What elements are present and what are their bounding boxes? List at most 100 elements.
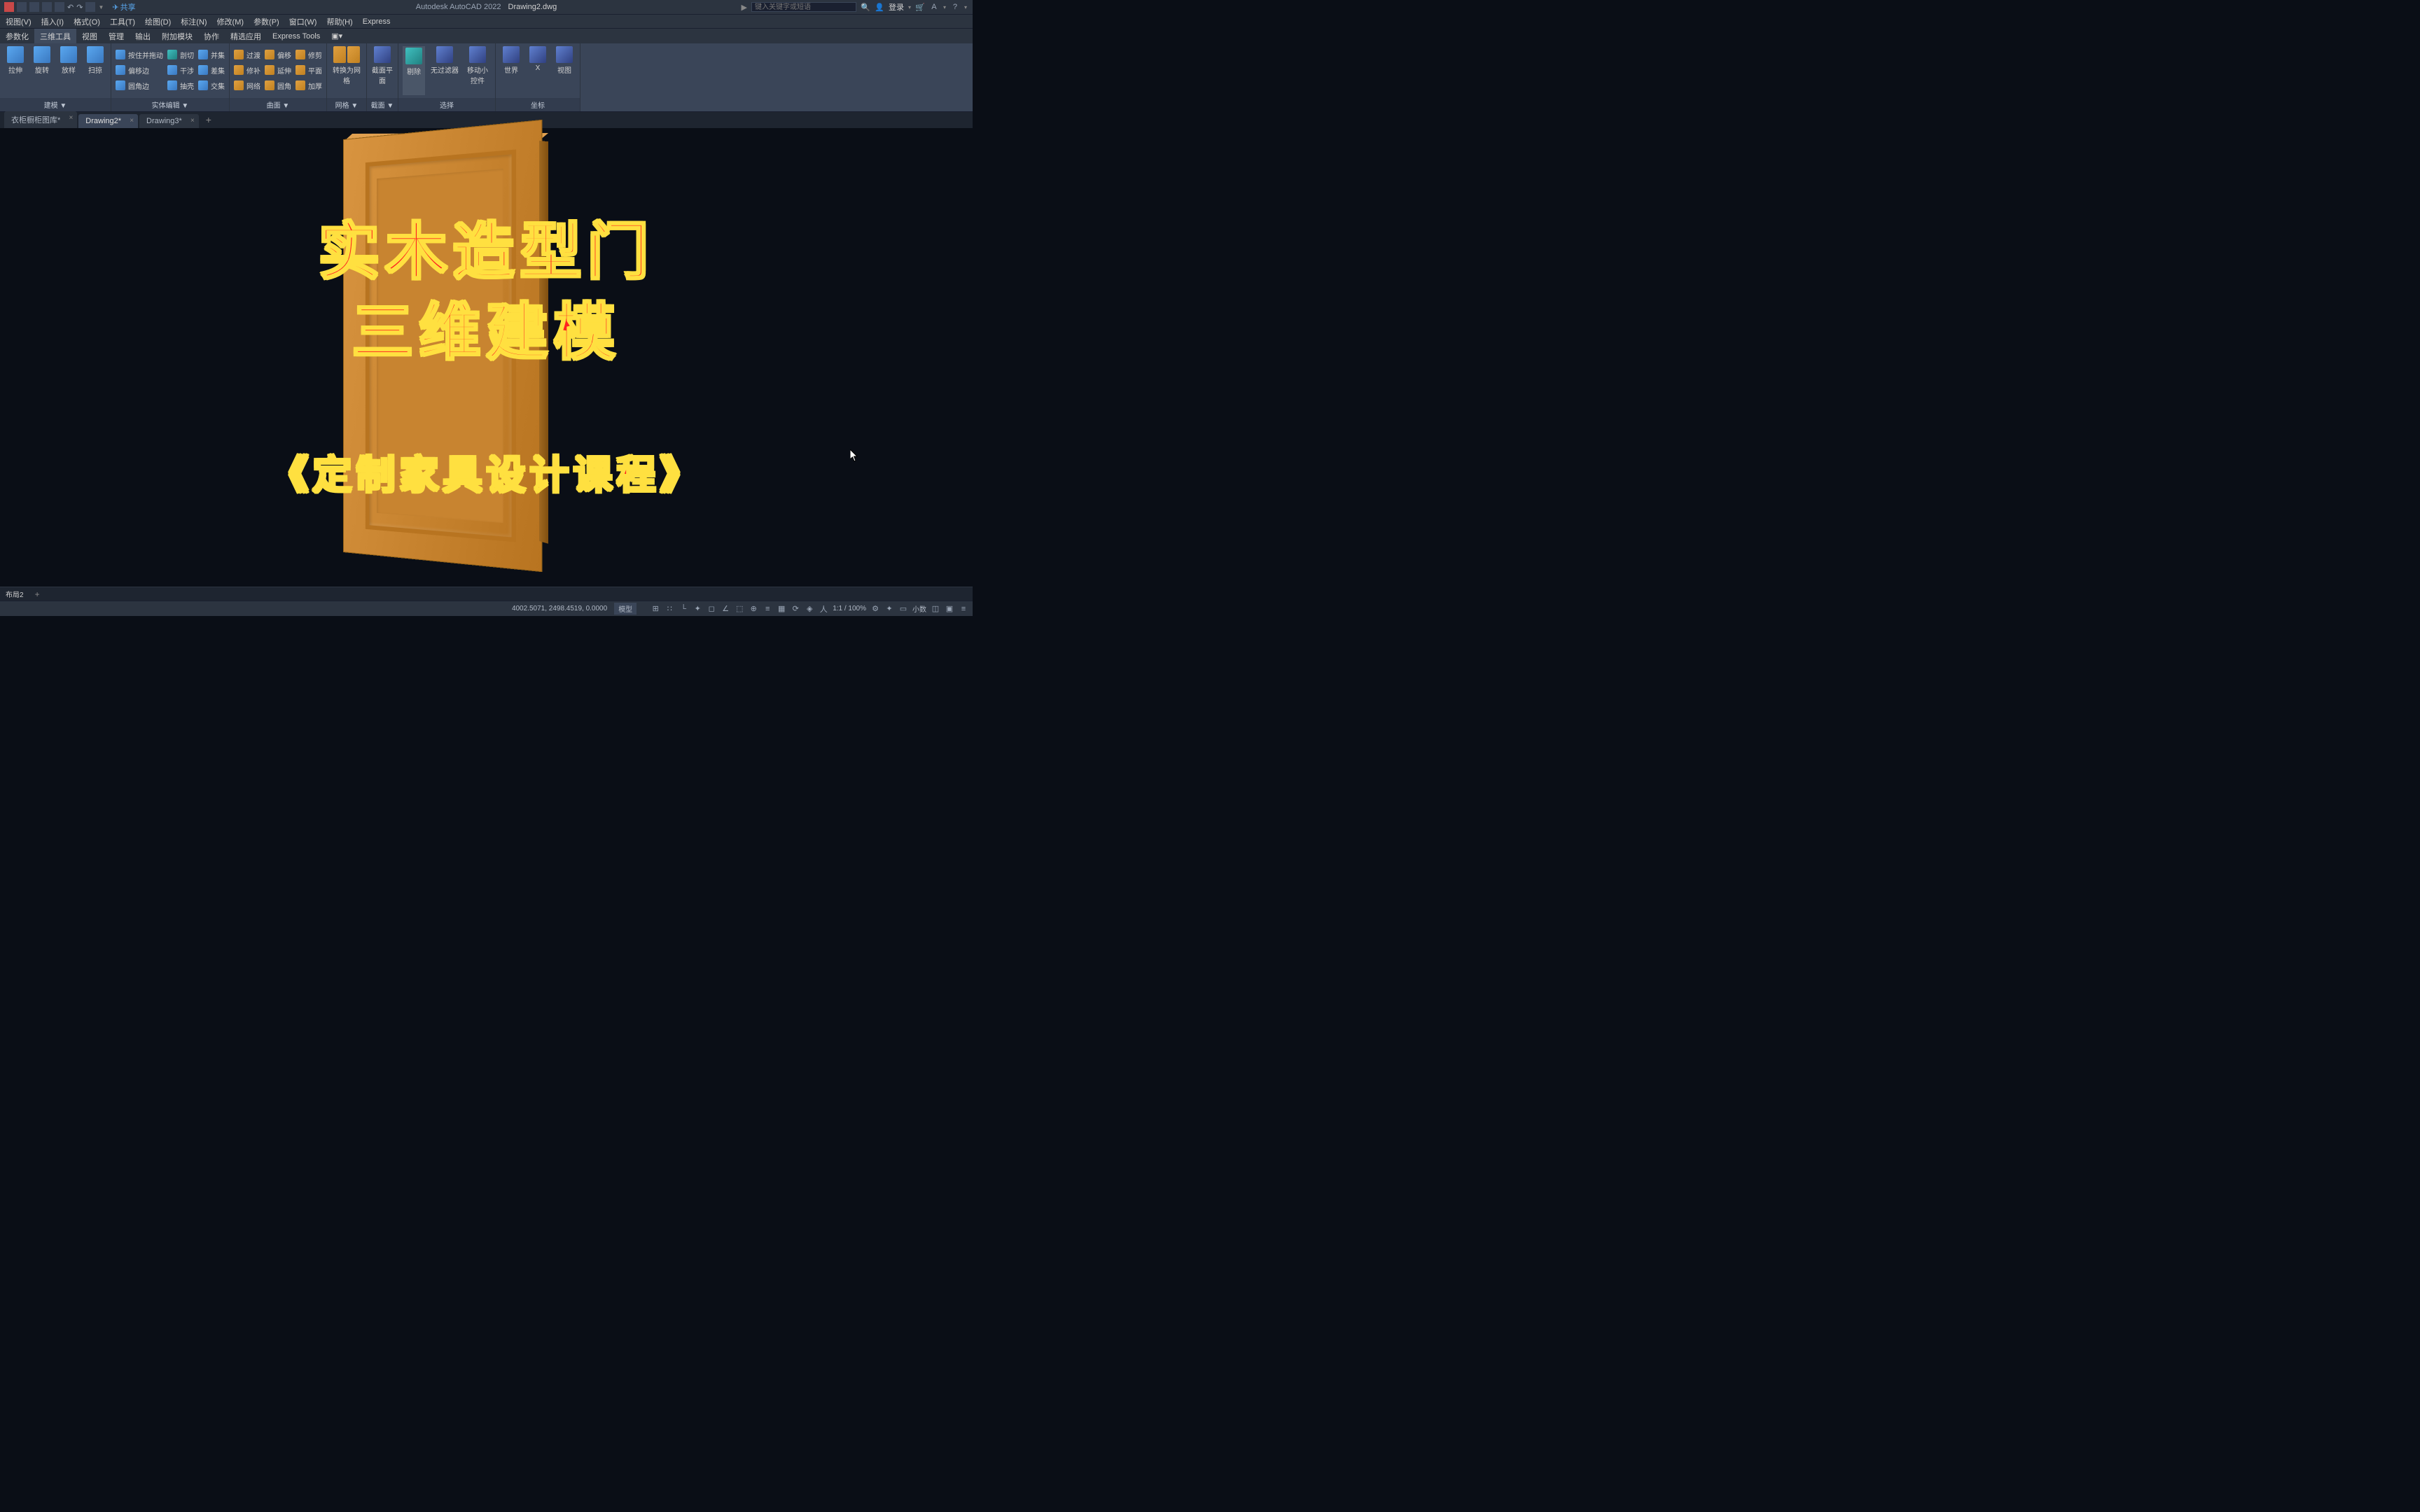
menu-view[interactable]: 视图(V) bbox=[6, 16, 32, 27]
custom-icon[interactable]: ≡ bbox=[959, 604, 968, 614]
doc-tab-wardrobe[interactable]: 衣柜橱柜图库*× bbox=[4, 111, 77, 128]
planar-button[interactable]: 平面 bbox=[295, 63, 322, 77]
close-icon[interactable]: × bbox=[69, 114, 73, 122]
extend-button[interactable]: 延伸 bbox=[265, 63, 291, 77]
ribbon-tab-more-icon[interactable]: ▣▾ bbox=[326, 29, 348, 43]
menu-modify[interactable]: 修改(M) bbox=[217, 16, 244, 27]
qat-redo-icon[interactable]: ↷ bbox=[76, 3, 83, 12]
qat-save-icon[interactable] bbox=[42, 2, 52, 12]
help-icon[interactable]: ? bbox=[950, 2, 960, 12]
layout-tab[interactable]: 布局2 bbox=[0, 589, 29, 599]
panel-title-section[interactable]: 截面 ▼ bbox=[367, 98, 398, 111]
gizmo-button[interactable]: 移动小控件 bbox=[464, 46, 491, 95]
close-icon[interactable]: × bbox=[190, 117, 195, 125]
revolve-button[interactable]: 旋转 bbox=[31, 46, 53, 95]
panel-title-mesh[interactable]: 网格 ▼ bbox=[327, 98, 366, 111]
menu-window[interactable]: 窗口(W) bbox=[289, 16, 317, 27]
ribbon-tab-output[interactable]: 输出 bbox=[130, 29, 156, 43]
ribbon-tab-addins[interactable]: 附加模块 bbox=[156, 29, 198, 43]
intersect-button[interactable]: 交集 bbox=[198, 78, 225, 92]
grid-icon[interactable]: ⊞ bbox=[651, 604, 660, 614]
drawing-canvas[interactable]: 实木造型门 三维建模 《定制家具设计课程》 bbox=[0, 129, 973, 587]
transp-icon[interactable]: ▦ bbox=[777, 604, 786, 614]
menu-help[interactable]: 帮助(H) bbox=[326, 16, 352, 27]
menu-dimension[interactable]: 标注(N) bbox=[181, 16, 207, 27]
dyn-icon[interactable]: ⊕ bbox=[749, 604, 758, 614]
nofilter-button[interactable]: 无过滤器 bbox=[429, 46, 460, 95]
menu-format[interactable]: 格式(O) bbox=[74, 16, 100, 27]
cull-button[interactable]: 剔除 bbox=[403, 46, 425, 95]
filletedge-button[interactable]: 圆角边 bbox=[116, 78, 163, 92]
search-input[interactable] bbox=[751, 2, 856, 12]
qat-open-icon[interactable] bbox=[29, 2, 39, 12]
app-logo-icon[interactable] bbox=[4, 2, 14, 12]
workspace-icon[interactable]: ✦ bbox=[884, 604, 894, 614]
loft-button[interactable]: 放样 bbox=[57, 46, 80, 95]
sweep-button[interactable]: 扫掠 bbox=[84, 46, 106, 95]
share-button[interactable]: ✈ 共享 bbox=[112, 1, 135, 13]
ribbon-tab-collaborate[interactable]: 协作 bbox=[198, 29, 225, 43]
help-dropdown-icon[interactable]: ▾ bbox=[964, 4, 967, 10]
menu-draw[interactable]: 绘图(D) bbox=[145, 16, 171, 27]
units-label[interactable]: 小数 bbox=[912, 603, 926, 614]
add-layout-button[interactable]: + bbox=[29, 589, 46, 599]
network-button[interactable]: 网络 bbox=[234, 78, 260, 92]
user-icon[interactable]: 👤 bbox=[875, 2, 884, 12]
track-icon[interactable]: ∠ bbox=[721, 604, 730, 614]
convert-mesh-button[interactable]: 转换为网格 bbox=[331, 46, 362, 95]
qat-new-icon[interactable] bbox=[17, 2, 27, 12]
qat-layer-icon[interactable] bbox=[85, 2, 95, 12]
osnap-icon[interactable]: ◻ bbox=[707, 604, 716, 614]
shell-button[interactable]: 抽壳 bbox=[167, 78, 194, 92]
surffillet-button[interactable]: 圆角 bbox=[265, 78, 291, 92]
extrude-button[interactable]: 拉伸 bbox=[4, 46, 27, 95]
panel-title-solidedit[interactable]: 实体编辑 ▼ bbox=[111, 98, 229, 111]
presspull-button[interactable]: 按住并拖动 bbox=[116, 48, 163, 62]
panel-title-surface[interactable]: 曲面 ▼ bbox=[230, 98, 326, 111]
search-icon[interactable]: 🔍 bbox=[861, 2, 870, 12]
panel-title-modeling[interactable]: 建模 ▼ bbox=[0, 98, 111, 111]
interfere-button[interactable]: 干涉 bbox=[167, 63, 194, 77]
model-button[interactable]: 模型 bbox=[614, 603, 637, 615]
view-ucs-button[interactable]: 视图 bbox=[553, 46, 576, 95]
ribbon-tab-featured[interactable]: 精选应用 bbox=[225, 29, 267, 43]
world-button[interactable]: 世界 bbox=[500, 46, 522, 95]
login-dropdown-icon[interactable]: ▾ bbox=[908, 4, 911, 10]
ribbon-tab-express[interactable]: Express Tools bbox=[267, 29, 326, 43]
menu-parametric[interactable]: 参数(P) bbox=[253, 16, 279, 27]
autodesk-dropdown-icon[interactable]: ▾ bbox=[943, 4, 946, 10]
qat-print-icon[interactable] bbox=[55, 2, 64, 12]
surfoffset-button[interactable]: 偏移 bbox=[265, 48, 291, 62]
union-button[interactable]: 并集 bbox=[198, 48, 225, 62]
trim-button[interactable]: 修剪 bbox=[295, 48, 322, 62]
monitor-icon[interactable]: ▭ bbox=[898, 604, 908, 614]
ortho-icon[interactable]: └ bbox=[679, 604, 688, 614]
cycle-icon[interactable]: ⟳ bbox=[791, 604, 800, 614]
polar-icon[interactable]: ✦ bbox=[693, 604, 702, 614]
menu-tools[interactable]: 工具(T) bbox=[110, 16, 135, 27]
viewcube[interactable] bbox=[959, 192, 973, 227]
doc-tab-drawing2[interactable]: Drawing2*× bbox=[78, 114, 138, 128]
doc-tab-drawing3[interactable]: Drawing3*× bbox=[139, 114, 199, 128]
ribbon-tab-manage[interactable]: 管理 bbox=[103, 29, 130, 43]
menu-insert[interactable]: 插入(I) bbox=[41, 16, 64, 27]
gear-icon[interactable]: ⚙ bbox=[870, 604, 880, 614]
slice-button[interactable]: 剖切 bbox=[167, 48, 194, 62]
lw-icon[interactable]: ≡ bbox=[763, 604, 772, 614]
sectionplane-button[interactable]: 截面平面 bbox=[371, 46, 394, 95]
qat-undo-icon[interactable]: ↶ bbox=[67, 3, 74, 12]
ducs-icon[interactable]: ⬚ bbox=[735, 604, 744, 614]
blend-button[interactable]: 过渡 bbox=[234, 48, 260, 62]
ratio-label[interactable]: 1:1 / 100% bbox=[833, 605, 866, 612]
patch-button[interactable]: 修补 bbox=[234, 63, 260, 77]
x-axis-button[interactable]: X bbox=[527, 46, 549, 95]
add-tab-button[interactable]: + bbox=[200, 111, 217, 128]
anno-icon[interactable]: 人 bbox=[819, 604, 828, 614]
iso-icon[interactable]: ◫ bbox=[931, 604, 940, 614]
clean-icon[interactable]: ▣ bbox=[945, 604, 954, 614]
ribbon-tab-parametric[interactable]: 参数化 bbox=[0, 29, 34, 43]
login-label[interactable]: 登录 bbox=[889, 1, 904, 13]
autodesk-icon[interactable]: A bbox=[929, 2, 939, 12]
qat-dropdown-icon[interactable]: ▼ bbox=[98, 4, 104, 10]
ribbon-tab-view[interactable]: 视图 bbox=[76, 29, 103, 43]
